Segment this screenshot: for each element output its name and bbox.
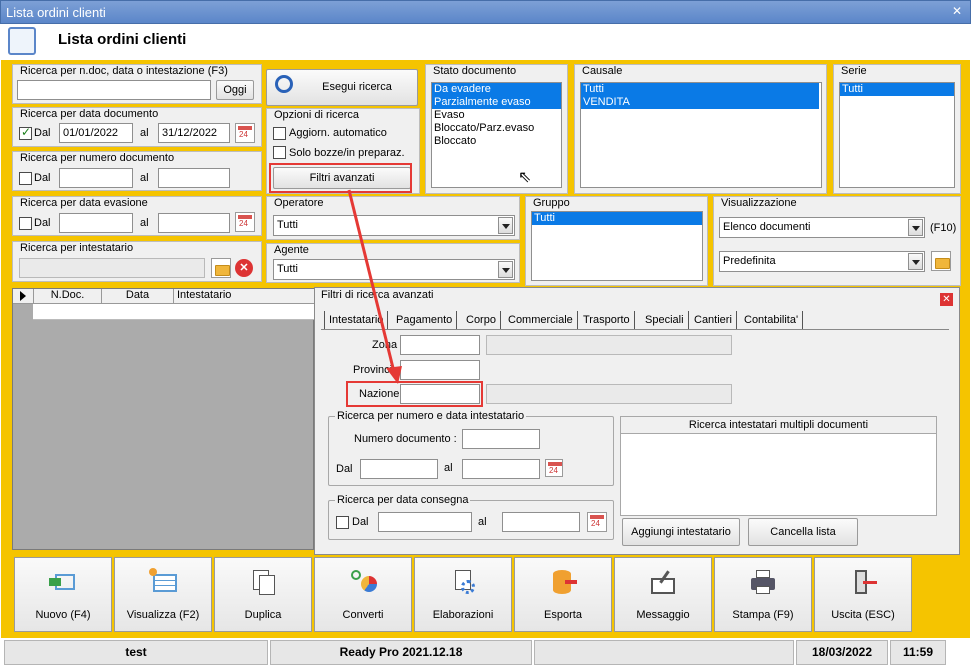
- new-button[interactable]: Nuovo (F4): [14, 557, 112, 632]
- print-button[interactable]: Stampa (F9): [714, 557, 812, 632]
- copy-icon: [249, 568, 277, 596]
- processing-label: Elaborazioni: [432, 609, 494, 621]
- duplicate-button[interactable]: Duplica: [214, 557, 312, 632]
- new-document-icon: [49, 568, 77, 596]
- message-icon: [649, 568, 677, 596]
- exit-door-icon: [849, 568, 877, 596]
- convert-label: Converti: [342, 609, 384, 621]
- status-empty: [534, 640, 794, 665]
- export-label: Esporta: [544, 609, 582, 621]
- status-user: test: [4, 640, 268, 665]
- exit-button[interactable]: Uscita (ESC): [814, 557, 912, 632]
- print-label: Stampa (F9): [732, 609, 794, 621]
- status-time: 11:59: [890, 640, 946, 665]
- convert-button[interactable]: Converti: [314, 557, 412, 632]
- new-label: Nuovo (F4): [35, 609, 91, 621]
- processing-button[interactable]: Elaborazioni: [414, 557, 512, 632]
- grid-view-icon: [149, 568, 177, 596]
- duplicate-label: Duplica: [244, 609, 282, 621]
- status-app: Ready Pro 2021.12.18: [270, 640, 532, 665]
- export-button[interactable]: Esporta: [514, 557, 612, 632]
- view-label: Visualizza (F2): [126, 609, 200, 621]
- exit-label: Uscita (ESC): [831, 609, 895, 621]
- message-label: Messaggio: [636, 609, 690, 621]
- convert-icon: [349, 568, 377, 596]
- gear-icon: [449, 568, 477, 596]
- printer-icon: [749, 568, 777, 596]
- view-button[interactable]: Visualizza (F2): [114, 557, 212, 632]
- message-button[interactable]: Messaggio: [614, 557, 712, 632]
- database-export-icon: [549, 568, 577, 596]
- status-date: 18/03/2022: [796, 640, 888, 665]
